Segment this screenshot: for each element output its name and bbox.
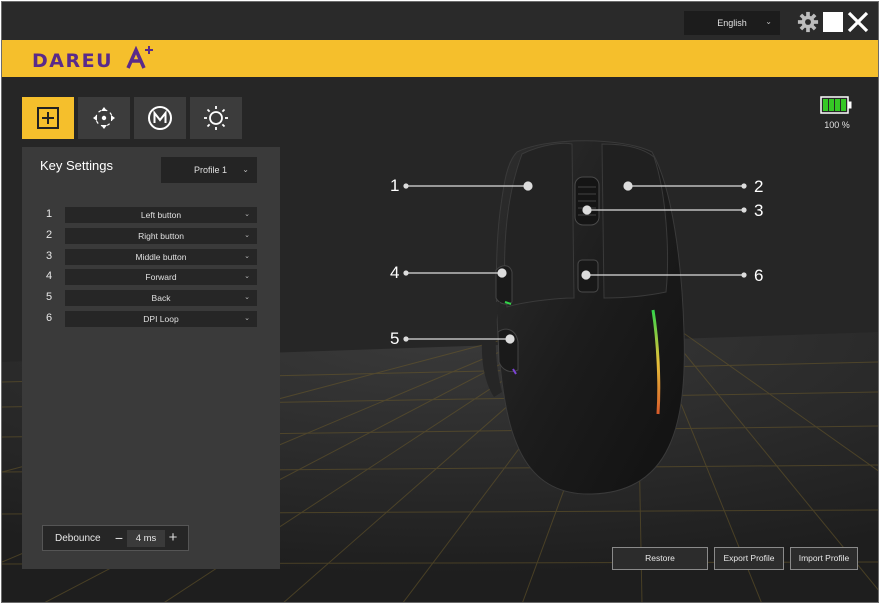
key-1-value: Left button xyxy=(140,210,182,220)
sun-icon xyxy=(204,106,228,130)
chevron-down-icon: ⌄ xyxy=(244,315,250,322)
key-5-value: Back xyxy=(151,293,171,303)
battery-cell xyxy=(829,99,834,111)
svg-text:DAREU: DAREU xyxy=(32,50,113,72)
key-settings-panel: Key Settings Profile 1 ⌄ 1 Left button ⌄… xyxy=(22,147,280,569)
language-select[interactable]: English ⌄ xyxy=(684,11,780,35)
chevron-down-icon: ⌄ xyxy=(244,211,250,218)
key-number: 6 xyxy=(46,312,53,324)
key-2-value: Right button xyxy=(138,231,184,241)
chevron-down-icon: ⌄ xyxy=(244,273,250,280)
callout-1: 1 xyxy=(390,176,400,195)
tab-dpi[interactable] xyxy=(78,97,130,139)
key-number: 4 xyxy=(46,270,53,282)
macro-m-icon xyxy=(148,106,172,130)
title-bar: English ⌄ xyxy=(2,2,878,40)
chevron-down-icon: ⌄ xyxy=(242,165,249,174)
callout-2: 2 xyxy=(754,177,764,196)
tab-key-settings[interactable] xyxy=(22,97,74,139)
battery-percent: 100 % xyxy=(824,120,850,130)
tab-lighting[interactable] xyxy=(190,97,242,139)
close-icon[interactable] xyxy=(847,11,869,33)
crosshair-icon xyxy=(93,107,115,129)
import-profile-button[interactable]: Import Profile xyxy=(790,547,858,570)
key-row-6: 6 DPI Loop ⌄ xyxy=(22,311,280,327)
restore-button[interactable]: Restore xyxy=(612,547,708,570)
callout-4: 4 xyxy=(390,263,400,282)
key-5-select[interactable]: Back ⌄ xyxy=(65,290,257,306)
brand-bar: DAREU xyxy=(2,40,878,77)
plus-square-icon xyxy=(37,107,59,129)
key-row-5: 5 Back ⌄ xyxy=(22,290,280,306)
export-profile-button[interactable]: Export Profile xyxy=(714,547,784,570)
debounce-value[interactable]: 4 ms xyxy=(127,530,165,547)
language-value: English xyxy=(717,18,747,28)
chevron-down-icon: ⌄ xyxy=(244,253,250,260)
app-window: 1 2 3 4 6 5 English ⌄ DAREU 100 % Key Se… xyxy=(1,1,879,603)
callout-5: 5 xyxy=(390,329,400,348)
chevron-down-icon: ⌄ xyxy=(765,17,772,26)
key-4-value: Forward xyxy=(145,272,177,282)
key-row-2: 2 Right button ⌄ xyxy=(22,228,280,244)
key-4-select[interactable]: Forward ⌄ xyxy=(65,269,257,285)
debounce-increase-button[interactable]: + xyxy=(166,529,180,547)
key-number: 1 xyxy=(46,208,53,220)
battery-cell xyxy=(841,99,846,111)
key-6-select[interactable]: DPI Loop ⌄ xyxy=(65,311,257,327)
minimize-icon[interactable] xyxy=(823,12,843,32)
callout-3: 3 xyxy=(754,201,764,220)
key-3-value: Middle button xyxy=(135,252,187,262)
battery-cell xyxy=(823,99,828,111)
battery-icon xyxy=(820,96,852,114)
key-number: 3 xyxy=(46,250,53,262)
dareu-logo: DAREU xyxy=(32,46,153,72)
key-row-3: 3 Middle button ⌄ xyxy=(22,249,280,265)
battery-cell xyxy=(835,99,840,111)
profile-value: Profile 1 xyxy=(194,165,228,175)
callout-6: 6 xyxy=(754,266,764,285)
key-number: 2 xyxy=(46,229,53,241)
panel-title: Key Settings xyxy=(40,158,113,173)
key-6-value: DPI Loop xyxy=(143,314,179,324)
key-number: 5 xyxy=(46,291,53,303)
gear-icon[interactable] xyxy=(797,11,819,33)
key-row-1: 1 Left button ⌄ xyxy=(22,207,280,223)
tab-macro[interactable] xyxy=(134,97,186,139)
key-2-select[interactable]: Right button ⌄ xyxy=(65,228,257,244)
profile-select[interactable]: Profile 1 ⌄ xyxy=(161,157,257,183)
chevron-down-icon: ⌄ xyxy=(244,294,250,301)
chevron-down-icon: ⌄ xyxy=(244,232,250,239)
debounce-control: Debounce − 4 ms + xyxy=(42,525,189,551)
key-1-select[interactable]: Left button ⌄ xyxy=(65,207,257,223)
key-3-select[interactable]: Middle button ⌄ xyxy=(65,249,257,265)
debounce-decrease-button[interactable]: − xyxy=(112,529,126,547)
key-row-4: 4 Forward ⌄ xyxy=(22,269,280,285)
debounce-label: Debounce xyxy=(55,533,101,544)
